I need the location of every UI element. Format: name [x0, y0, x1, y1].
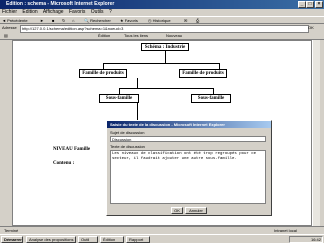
window-title-bar: Edition : schema - Microsoft Internet Ex…	[0, 0, 324, 9]
family-node[interactable]: Famille de produits	[79, 69, 127, 78]
nav-item-edition[interactable]: Édition	[98, 33, 110, 39]
address-bar: Adresse http://127.0.0.1/schema/edition.…	[0, 24, 324, 33]
menu-help[interactable]: ?	[109, 9, 112, 15]
content-label: Contenu :	[53, 161, 75, 166]
text-label: Texte de discussion	[110, 144, 145, 149]
menu-file[interactable]: Fichier	[2, 9, 17, 15]
nav-item-new[interactable]: Nouveau	[166, 33, 182, 39]
connector	[103, 63, 219, 64]
menu-favorites[interactable]: Favoris	[69, 9, 85, 15]
taskbar-item[interactable]: Analyse des propositions	[26, 236, 76, 243]
history-label: Historique	[152, 18, 171, 23]
nav-item-all-links[interactable]: Tous les liens	[124, 33, 148, 39]
favorites-label: Favoris	[124, 18, 138, 23]
vertical-scrollbar[interactable]	[312, 40, 320, 226]
taskbar-item[interactable]: Outil	[78, 236, 98, 243]
window-title: Edition : schema - Microsoft Internet Ex…	[6, 1, 115, 7]
close-button[interactable]: ×	[315, 1, 323, 8]
address-label: Adresse	[2, 25, 17, 30]
system-tray: 16:42	[289, 236, 323, 243]
subject-label: Sujet de discussion	[110, 130, 145, 135]
cancel-button[interactable]: Annuler	[185, 207, 207, 214]
discussion-textarea[interactable]: Les niveaux de classification ont été tr…	[110, 150, 266, 204]
discussion-dialog: Saisie du texte de la discussion - Micro…	[106, 120, 272, 216]
subject-input[interactable]: Discussion	[110, 136, 266, 142]
menu-view[interactable]: Affichage	[43, 9, 64, 15]
search-label: Rechercher	[90, 18, 111, 23]
clock: 16:42	[310, 237, 321, 242]
subfamily-node[interactable]: Sous-famille	[191, 94, 231, 103]
level-label: NIVEAU Famille	[53, 147, 91, 152]
family-node[interactable]: Famille de produits	[179, 69, 227, 78]
taskbar-item[interactable]: Édition	[100, 236, 124, 243]
menu-bar: Fichier Edition Affichage Favoris Outils…	[0, 9, 324, 16]
start-button[interactable]: Démarrer	[1, 236, 23, 243]
dialog-title: Saisie du texte de la discussion - Micro…	[107, 121, 271, 128]
diagram-root-node[interactable]: Schéma : Industrie	[141, 43, 189, 51]
toolbar: ◄ Précédente ► ■ ↻ ⌂ 🔍 Rechercher ★ Favo…	[0, 16, 324, 24]
doc-icon: ▤	[4, 33, 8, 38]
frame-nav-bar: ▤ Édition Tous les liens Nouveau	[0, 32, 324, 40]
connector	[165, 51, 166, 63]
go-button[interactable]: OK	[308, 25, 322, 31]
back-label: Précédente	[7, 18, 28, 23]
menu-tools[interactable]: Outils	[91, 9, 104, 15]
taskbar-item[interactable]: Rapport	[126, 236, 150, 243]
connector	[119, 88, 213, 89]
minimize-button[interactable]: _	[298, 1, 306, 8]
maximize-button[interactable]: □	[306, 1, 314, 8]
status-bar: Terminé Intranet local	[0, 226, 324, 234]
subfamily-node[interactable]: Sous-famille	[99, 94, 139, 103]
connector	[137, 78, 138, 88]
taskbar: Démarrer Analyse des propositions Outil …	[0, 234, 324, 243]
menu-edit[interactable]: Edition	[22, 9, 37, 15]
ok-button[interactable]: OK	[171, 207, 183, 214]
